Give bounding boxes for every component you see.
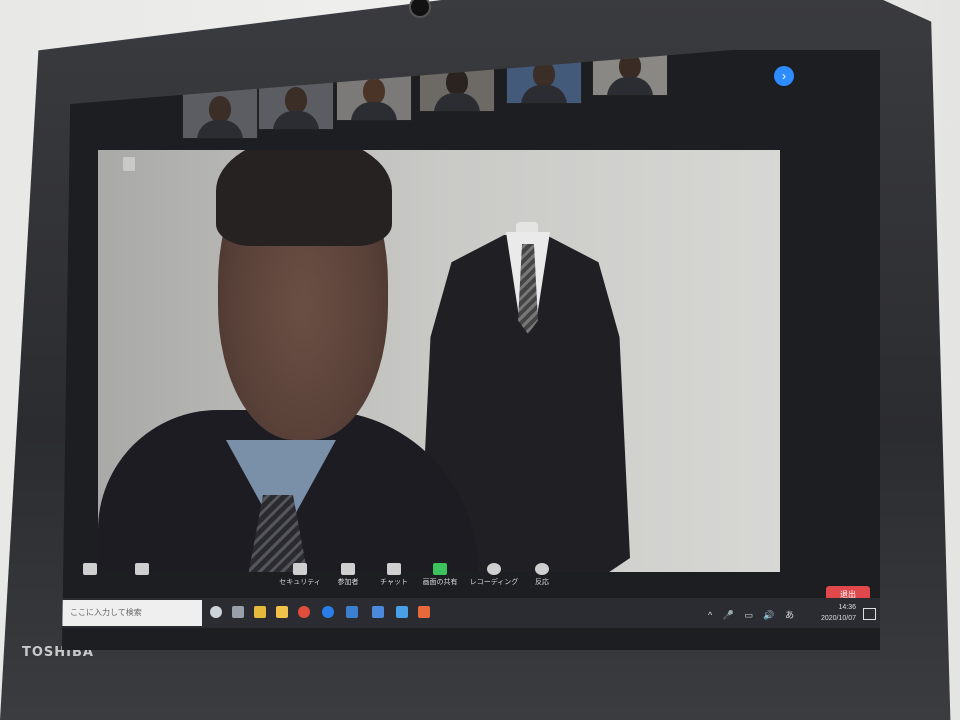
mail-icon[interactable] — [346, 606, 358, 618]
shield-icon — [293, 563, 307, 575]
clock-time: 14:36 — [838, 604, 856, 611]
system-tray: ^ 🎤 ▭ 🔊 あ 14:36 2020/10/07 — [708, 600, 878, 626]
active-speaker-video — [98, 150, 780, 572]
next-page-button[interactable]: › — [774, 66, 794, 86]
video-name-tag — [123, 157, 135, 171]
photos-icon[interactable] — [396, 606, 408, 618]
chat-icon — [387, 563, 401, 575]
office-icon[interactable] — [418, 606, 430, 618]
record-icon — [487, 563, 501, 575]
notification-icon[interactable] — [863, 608, 876, 620]
mic-icon — [83, 563, 97, 575]
laptop-screen: › セキュリティ 参加者 チャット 画面の共有 レコーディング 反応 退出 ここ… — [62, 50, 880, 650]
taskbar-clock[interactable]: 14:36 2020/10/07 — [821, 602, 856, 624]
edge-icon[interactable] — [322, 606, 334, 618]
chrome-icon[interactable] — [298, 606, 310, 618]
task-view-icon[interactable] — [232, 606, 244, 618]
participants-icon — [341, 563, 355, 575]
windows-taskbar: ここに入力して検索 ^ 🎤 ▭ 🔊 あ 14:36 2020/10/07 — [62, 598, 880, 628]
store-icon[interactable] — [254, 606, 266, 618]
clock-date: 2020/10/07 — [820, 615, 856, 622]
zoom-app-icon[interactable] — [372, 606, 384, 618]
video-icon — [135, 563, 149, 575]
taskbar-search-input[interactable]: ここに入力して検索 — [62, 600, 202, 626]
reaction-icon — [535, 563, 549, 575]
file-explorer-icon[interactable] — [276, 606, 288, 618]
speaker-hair — [216, 150, 392, 246]
share-screen-icon — [433, 563, 447, 575]
cortana-icon[interactable] — [210, 606, 222, 618]
tray-icons[interactable]: ^ 🎤 ▭ 🔊 あ — [708, 608, 798, 621]
